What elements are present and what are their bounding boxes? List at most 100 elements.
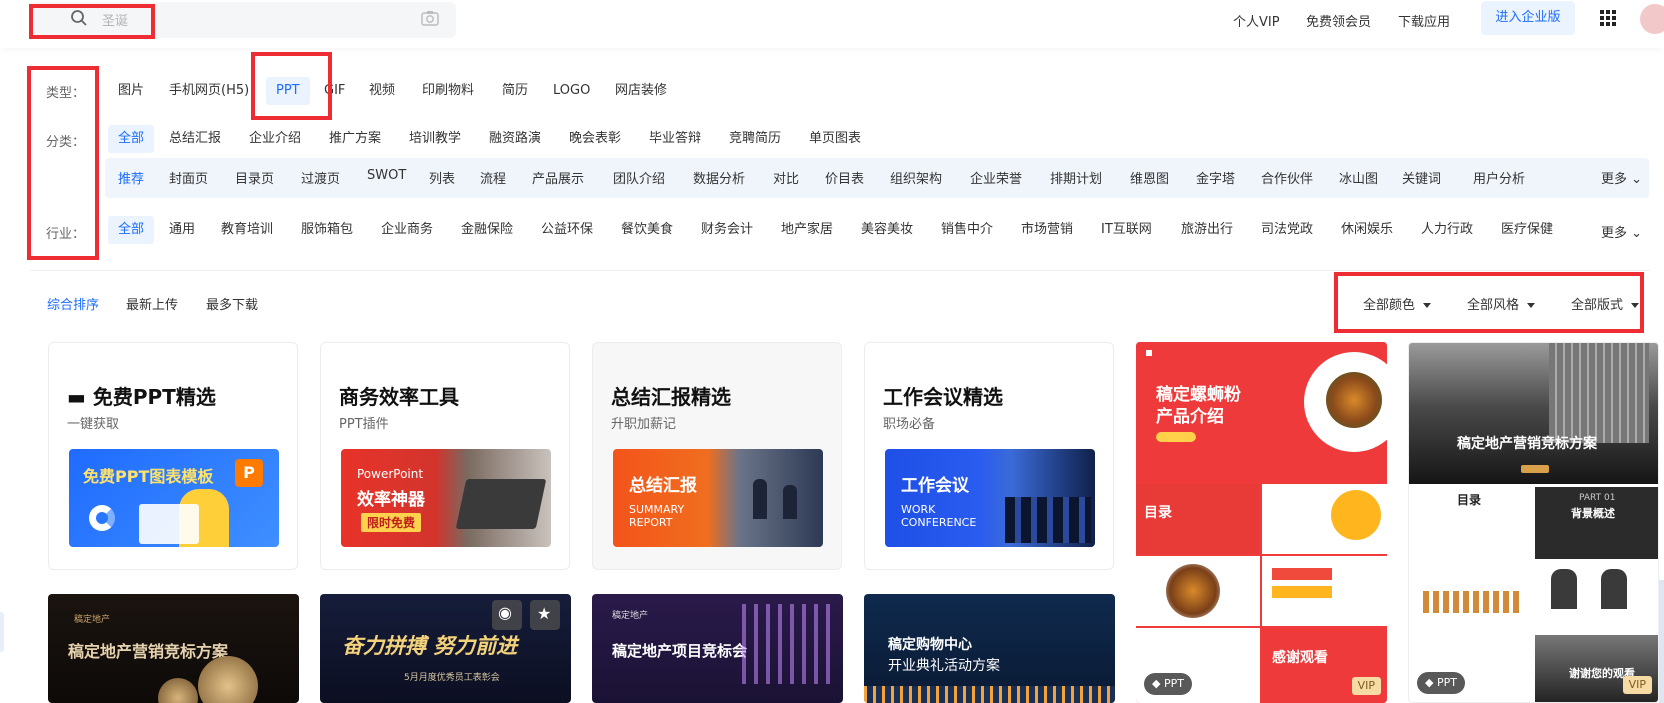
- template-card[interactable]: 稿定地产 稿定地产营销竞标方案: [48, 594, 299, 703]
- category-item[interactable]: 培训教学: [399, 125, 471, 153]
- subcategory-item[interactable]: 维恩图: [1130, 168, 1169, 187]
- sort-most-downloads[interactable]: 最多下载: [206, 294, 258, 313]
- subcategory-item[interactable]: 目录页: [235, 168, 274, 187]
- industry-item[interactable]: 休闲娱乐: [1331, 216, 1403, 244]
- side-float-tab[interactable]: [0, 612, 4, 652]
- sphere-image: [158, 678, 198, 703]
- type-video[interactable]: 视频: [359, 77, 405, 105]
- industry-item[interactable]: 财务会计: [691, 216, 763, 244]
- category-item[interactable]: 毕业答辩: [639, 125, 711, 153]
- type-resume[interactable]: 简历: [492, 77, 538, 105]
- category-item[interactable]: 总结汇报: [159, 125, 231, 153]
- subcategory-item[interactable]: 用户分析: [1473, 168, 1525, 187]
- type-ppt[interactable]: PPT: [266, 77, 310, 105]
- enterprise-button[interactable]: 进入企业版: [1481, 1, 1575, 35]
- template-title: 奋力拼搏 努力前进: [342, 634, 518, 658]
- type-h5[interactable]: 手机网页(H5): [159, 77, 259, 105]
- type-print[interactable]: 印刷物料: [412, 77, 484, 105]
- style-filter-dropdown[interactable]: 全部风格: [1467, 294, 1536, 313]
- type-logo[interactable]: LOGO: [543, 77, 600, 105]
- preview-button[interactable]: ◉: [492, 600, 522, 630]
- search-input[interactable]: [30, 2, 456, 38]
- feature-card-efficiency-tools[interactable]: 商务效率工具 PPT插件 PowerPoint 效率神器 限时免费: [320, 342, 570, 570]
- subcategory-recommend[interactable]: 推荐: [118, 168, 144, 187]
- apps-grid-icon[interactable]: [1600, 10, 1616, 26]
- category-item[interactable]: 推广方案: [319, 125, 391, 153]
- feature-card-meeting[interactable]: 工作会议精选 职场必备 工作会议 WORK CONFERENCE: [864, 342, 1114, 570]
- subcategory-item[interactable]: 数据分析: [693, 168, 745, 187]
- industry-item[interactable]: 市场营销: [1011, 216, 1083, 244]
- person-photo: [1551, 569, 1577, 609]
- type-shop[interactable]: 网店装修: [605, 77, 677, 105]
- category-item[interactable]: 企业介绍: [239, 125, 311, 153]
- scrollbar[interactable]: [1659, 580, 1664, 703]
- bar-shape: [1272, 568, 1332, 580]
- industry-item[interactable]: 美容美妆: [851, 216, 923, 244]
- template-card[interactable]: 稿定购物中心 开业典礼活动方案: [864, 594, 1115, 703]
- category-item[interactable]: 竞聘简历: [719, 125, 791, 153]
- industry-item[interactable]: 医疗保健: [1491, 216, 1563, 244]
- subcategory-item[interactable]: 对比: [773, 168, 799, 187]
- industry-item[interactable]: 企业商务: [371, 216, 443, 244]
- free-membership-link[interactable]: 免费领会员: [1306, 11, 1371, 30]
- subcategory-more-button[interactable]: 更多 ⌄: [1601, 168, 1642, 187]
- industry-item[interactable]: 司法党政: [1251, 216, 1323, 244]
- industry-item[interactable]: 教育培训: [211, 216, 283, 244]
- industry-item[interactable]: IT互联网: [1091, 216, 1162, 244]
- template-title: 稿定地产营销竞标方案: [68, 642, 229, 661]
- subcategory-item[interactable]: 团队介绍: [613, 168, 665, 187]
- template-card[interactable]: 奋力拼搏 努力前进 5月月度优秀员工表彰会 ◉ ★: [320, 594, 571, 703]
- subcategory-item[interactable]: 排期计划: [1050, 168, 1102, 187]
- search-icon[interactable]: [70, 9, 88, 27]
- subcategory-item[interactable]: 金字塔: [1196, 168, 1235, 187]
- subcategory-item[interactable]: 流程: [480, 168, 506, 187]
- industry-item[interactable]: 人力行政: [1411, 216, 1483, 244]
- subcategory-item[interactable]: 列表: [429, 168, 455, 187]
- industry-item[interactable]: 通用: [159, 216, 205, 244]
- subcategory-item[interactable]: 过渡页: [301, 168, 340, 187]
- color-filter-dropdown[interactable]: 全部颜色: [1363, 294, 1432, 313]
- industry-item[interactable]: 餐饮美食: [611, 216, 683, 244]
- industry-more-button[interactable]: 更多 ⌄: [1601, 222, 1642, 241]
- brand-logo-icon: [1146, 350, 1152, 356]
- feature-card-summary[interactable]: 总结汇报精选 升职加薪记 总结汇报 SUMMARY REPORT: [592, 342, 842, 570]
- type-image[interactable]: 图片: [108, 77, 154, 105]
- category-item[interactable]: 融资路演: [479, 125, 551, 153]
- sort-newest[interactable]: 最新上传: [126, 294, 178, 313]
- industry-item[interactable]: 地产家居: [771, 216, 843, 244]
- type-gif[interactable]: GIF: [314, 77, 355, 105]
- search-placeholder[interactable]: 圣诞: [102, 10, 128, 29]
- camera-icon[interactable]: [421, 10, 439, 26]
- template-card[interactable]: 稿定地产 稿定地产项目竞标会: [592, 594, 843, 703]
- category-all[interactable]: 全部: [108, 125, 155, 153]
- layout-filter-dropdown[interactable]: 全部版式: [1571, 294, 1640, 313]
- feature-banner-image: 总结汇报 SUMMARY REPORT: [613, 449, 823, 547]
- subcategory-item[interactable]: 关键词: [1402, 168, 1441, 187]
- download-app-link[interactable]: 下载应用: [1398, 11, 1450, 30]
- industry-item[interactable]: 销售中介: [931, 216, 1003, 244]
- category-item[interactable]: 单页图表: [799, 125, 871, 153]
- industry-item[interactable]: 旅游出行: [1171, 216, 1243, 244]
- subcategory-item[interactable]: 组织架构: [890, 168, 942, 187]
- subcategory-item[interactable]: 冰山图: [1339, 168, 1378, 187]
- category-item[interactable]: 晚会表彰: [559, 125, 631, 153]
- avatar[interactable]: [1640, 4, 1664, 34]
- industry-item[interactable]: 金融保险: [451, 216, 523, 244]
- subcategory-item[interactable]: 价目表: [825, 168, 864, 187]
- favorite-button[interactable]: ★: [530, 600, 560, 630]
- industry-all[interactable]: 全部: [108, 216, 155, 244]
- subcategory-item[interactable]: SWOT: [367, 168, 406, 183]
- person-illustration: [753, 479, 767, 519]
- subcategory-item[interactable]: 封面页: [169, 168, 208, 187]
- template-card[interactable]: 稿定地产营销竞标方案 目录 PART 01 背景概述 谢谢您的观看 ◆ PPT …: [1408, 342, 1659, 703]
- feature-card-free-ppt[interactable]: ▬ 免费PPT精选 一键获取 免费PPT图表模板 P: [48, 342, 298, 570]
- subcategory-item[interactable]: 企业荣誉: [970, 168, 1022, 187]
- industry-item[interactable]: 服饰箱包: [291, 216, 363, 244]
- industry-item[interactable]: 公益环保: [531, 216, 603, 244]
- template-card[interactable]: 稿定螺蛳粉 产品介绍 目录 感谢观看 ◆ PPT VIP: [1136, 342, 1387, 703]
- badge-text: PPT: [1436, 676, 1457, 689]
- personal-vip-link[interactable]: 个人VIP: [1233, 11, 1280, 30]
- subcategory-item[interactable]: 产品展示: [532, 168, 584, 187]
- subcategory-item[interactable]: 合作伙伴: [1261, 168, 1313, 187]
- sort-comprehensive[interactable]: 综合排序: [47, 294, 99, 313]
